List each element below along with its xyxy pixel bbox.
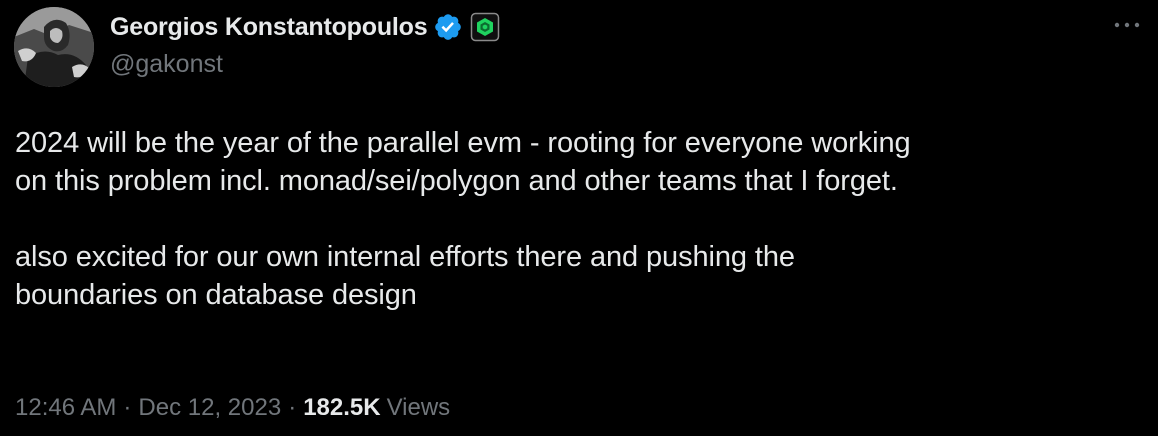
tweet-card: Georgios Konstantopoulos @gakonst 2024 w… [0, 0, 1158, 436]
meta-separator: · [123, 394, 132, 421]
tweet-meta: 12:46 AM · Dec 12, 2023 · 182.5K Views [15, 394, 450, 422]
more-options-button[interactable] [1110, 10, 1144, 40]
affiliation-badge-icon[interactable] [470, 12, 500, 42]
avatar[interactable] [14, 7, 94, 87]
author-display-name[interactable]: Georgios Konstantopoulos [110, 13, 428, 42]
tweet-paragraph: 2024 will be the year of the parallel ev… [15, 127, 911, 197]
author-name-row: Georgios Konstantopoulos [110, 9, 500, 45]
tweet-time[interactable]: 12:46 AM [15, 394, 116, 422]
tweet-text: 2024 will be the year of the parallel ev… [15, 124, 1145, 314]
tweet-paragraph: also excited for our own internal effort… [15, 241, 795, 311]
meta-separator: · [288, 394, 297, 421]
views-label: Views [386, 394, 451, 421]
views-count: 182.5K [303, 394, 381, 421]
verified-badge-icon[interactable] [433, 12, 463, 42]
tweet-date[interactable]: Dec 12, 2023 [138, 394, 281, 422]
author-handle[interactable]: @gakonst [110, 50, 223, 79]
avatar-image [14, 7, 94, 87]
more-horizontal-icon [1114, 22, 1140, 28]
